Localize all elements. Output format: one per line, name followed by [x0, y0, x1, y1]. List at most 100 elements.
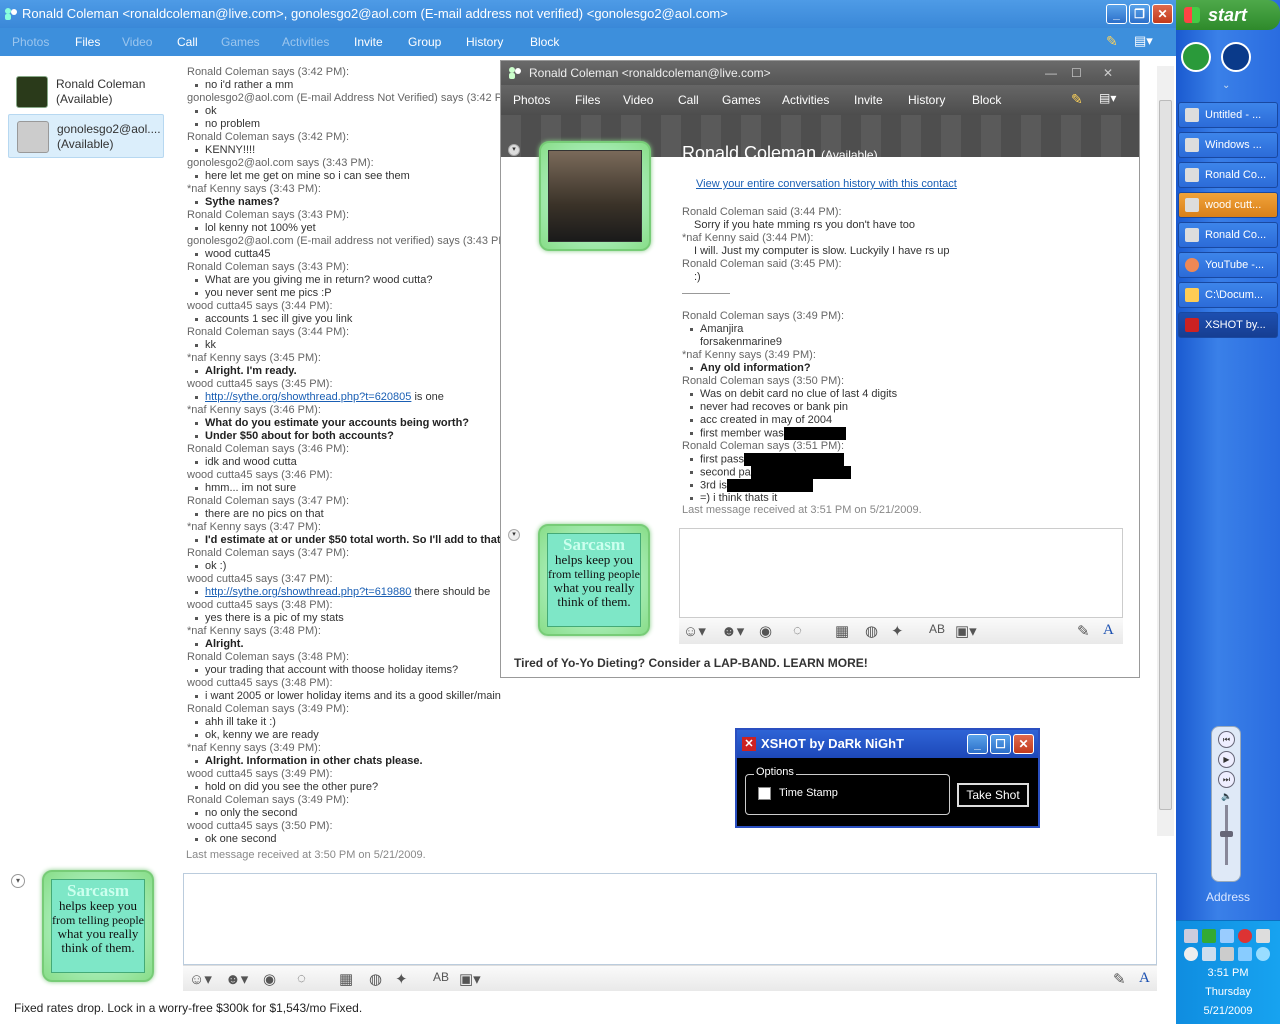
thread-link[interactable]: http://sythe.org/showthread.php?t=620805	[205, 391, 411, 403]
chat-minimize-button[interactable]: —	[1045, 61, 1057, 85]
take-shot-button[interactable]: Take Shot	[957, 783, 1029, 807]
menu-photos[interactable]: Photos	[12, 35, 49, 49]
ad-banner[interactable]: Fixed rates drop. Lock in a worry-free $…	[14, 1001, 362, 1015]
collapse-icon[interactable]: ▾	[508, 144, 520, 156]
tray-remove-icon[interactable]	[1184, 947, 1198, 961]
menu-call[interactable]: Call	[177, 35, 198, 49]
nudge-icon[interactable]: ◉	[759, 622, 772, 640]
show-menu-icon[interactable]: ▤▾	[1134, 33, 1153, 49]
menu-invite[interactable]: Invite	[354, 35, 383, 49]
font-icon[interactable]: AB	[929, 622, 945, 636]
menu-block[interactable]: Block	[530, 35, 559, 49]
minimize-button[interactable]: _	[1106, 4, 1127, 24]
xshot-maximize-button[interactable]: ☐	[990, 734, 1011, 754]
app-quicklaunch-icon[interactable]	[1221, 42, 1251, 72]
quicklaunch-expand-icon[interactable]: ⌄	[1222, 80, 1230, 91]
address-toolbar-label[interactable]: Address	[1206, 890, 1250, 904]
chat-message-input[interactable]	[679, 528, 1123, 618]
utorrent-icon[interactable]	[1181, 42, 1211, 72]
scrollbar-thumb[interactable]	[1159, 100, 1172, 810]
handwriting-icon[interactable]: ✎	[1077, 622, 1090, 640]
task-xshot[interactable]: XSHOT by...	[1178, 312, 1278, 338]
wink-icon[interactable]: ☻▾	[721, 622, 744, 640]
start-button[interactable]: start	[1176, 0, 1280, 30]
chat-menu-files[interactable]: Files	[575, 93, 600, 107]
task-ronald-coleman-1[interactable]: Ronald Co...	[1178, 162, 1278, 188]
time-stamp-checkbox[interactable]	[758, 787, 771, 800]
tray-search-icon[interactable]	[1256, 947, 1270, 961]
games-icon[interactable]: ◍	[865, 622, 878, 640]
tray-volume-icon[interactable]	[1220, 947, 1234, 961]
menu-video[interactable]: Video	[122, 35, 152, 49]
chat-close-button[interactable]: ✕	[1103, 61, 1113, 85]
emoticon-icon[interactable]: ☺▾	[189, 970, 212, 988]
text-mode-icon[interactable]: A	[1103, 622, 1114, 639]
chat-menu-block[interactable]: Block	[972, 93, 1001, 107]
background-icon[interactable]: ▦	[835, 622, 849, 640]
menu-games[interactable]: Games	[221, 35, 260, 49]
chat-menu-photos[interactable]: Photos	[513, 93, 550, 107]
task-ronald-coleman-2[interactable]: Ronald Co...	[1178, 222, 1278, 248]
collapse-icon[interactable]: ▾	[11, 874, 25, 888]
thread-link[interactable]: http://sythe.org/showthread.php?t=619880	[205, 586, 411, 598]
menu-files[interactable]: Files	[75, 35, 100, 49]
contact-ronald-coleman[interactable]: Ronald Coleman (Available)	[8, 70, 164, 114]
tray-user-icon[interactable]	[1220, 929, 1234, 943]
contact-gonolesgo2[interactable]: gonolesgo2@aol.... (Available)	[8, 114, 164, 158]
volume-icon[interactable]: 🔈	[1221, 791, 1232, 802]
message-input[interactable]	[183, 873, 1157, 965]
chat-maximize-button[interactable]: ☐	[1071, 61, 1082, 85]
voice-clip-icon[interactable]: ◌	[793, 622, 802, 639]
conversation-history-link[interactable]: View your entire conversation history wi…	[696, 178, 957, 190]
collapse-icon[interactable]: ▾	[508, 529, 520, 541]
emoticon-icon[interactable]: ☺▾	[683, 622, 706, 640]
handwriting-icon[interactable]: ✎	[1113, 970, 1126, 988]
chat-menu-activities[interactable]: Activities	[782, 93, 829, 107]
chat-title-bar[interactable]: Ronald Coleman <ronaldcoleman@live.com> …	[501, 61, 1139, 85]
text-mode-icon[interactable]: A	[1139, 970, 1150, 987]
image-icon[interactable]: ▣▾	[955, 622, 977, 640]
background-icon[interactable]: ▦	[339, 970, 353, 988]
task-wood-cutta[interactable]: wood cutt...	[1178, 192, 1278, 218]
font-icon[interactable]: AB	[433, 970, 449, 984]
winks-icon[interactable]: ✎	[1106, 33, 1118, 50]
close-button[interactable]: ✕	[1152, 4, 1173, 24]
clock[interactable]: 3:51 PM Thursday 5/21/2009	[1176, 964, 1280, 1021]
volume-slider-thumb[interactable]	[1220, 831, 1233, 837]
task-documents-folder[interactable]: C:\Docum...	[1178, 282, 1278, 308]
xshot-close-button[interactable]: ✕	[1013, 734, 1034, 754]
tray-app-icon[interactable]	[1184, 929, 1198, 943]
activities-icon[interactable]: ✦	[891, 622, 904, 640]
tray-messenger-icon[interactable]	[1238, 947, 1252, 961]
previous-track-icon[interactable]: ⏮	[1218, 731, 1235, 748]
chat-menu-video[interactable]: Video	[623, 93, 653, 107]
chat-ad-banner[interactable]: Tired of Yo-Yo Dieting? Consider a LAP-B…	[514, 656, 868, 670]
task-untitled[interactable]: Untitled - ...	[1178, 102, 1278, 128]
my-display-picture[interactable]: Sarcasm helps keep you from telling peop…	[538, 524, 650, 636]
winks-icon[interactable]: ✎	[1071, 91, 1083, 108]
task-youtube[interactable]: YouTube -...	[1178, 252, 1278, 278]
image-icon[interactable]: ▣▾	[459, 970, 481, 988]
tray-antivirus-icon[interactable]	[1238, 929, 1252, 943]
menu-history[interactable]: History	[466, 35, 503, 49]
menu-activities[interactable]: Activities	[282, 35, 329, 49]
task-windows[interactable]: Windows ...	[1178, 132, 1278, 158]
tray-network-icon[interactable]	[1202, 929, 1216, 943]
voice-clip-icon[interactable]: ◌	[297, 970, 306, 987]
chat-menu-call[interactable]: Call	[678, 93, 699, 107]
chat-menu-invite[interactable]: Invite	[854, 93, 883, 107]
message-line[interactable]: http://sythe.org/showthread.php?t=620805…	[187, 391, 507, 404]
play-icon[interactable]: ▶	[1218, 751, 1235, 768]
main-title-bar[interactable]: Ronald Coleman <ronaldcoleman@live.com>,…	[0, 0, 1176, 28]
games-icon[interactable]: ◍	[369, 970, 382, 988]
restore-button[interactable]: ❐	[1129, 4, 1150, 24]
wink-icon[interactable]: ☻▾	[225, 970, 248, 988]
chat-menu-history[interactable]: History	[908, 93, 945, 107]
menu-group[interactable]: Group	[408, 35, 441, 49]
tray-display-icon[interactable]	[1202, 947, 1216, 961]
tray-utility-icon[interactable]	[1256, 929, 1270, 943]
my-display-picture[interactable]: Sarcasm helps keep you from telling peop…	[42, 870, 154, 982]
next-track-icon[interactable]: ⏭	[1218, 771, 1235, 788]
message-line[interactable]: http://sythe.org/showthread.php?t=619880…	[187, 586, 507, 599]
chat-menu-games[interactable]: Games	[722, 93, 761, 107]
